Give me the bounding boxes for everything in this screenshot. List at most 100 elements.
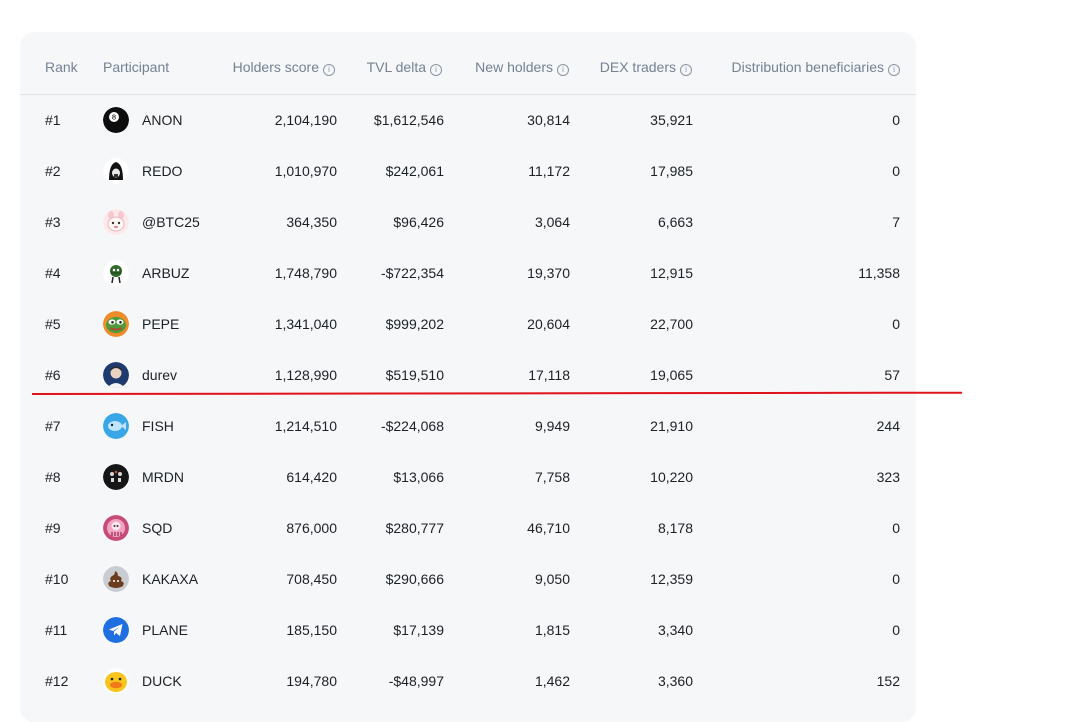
- dex-traders-cell: 10,220: [650, 469, 693, 485]
- rank-cell: #6: [45, 367, 61, 383]
- column-new-holders[interactable]: New holders i: [475, 59, 569, 76]
- holders-score-cell: 1,748,790: [274, 265, 337, 281]
- table-row[interactable]: #3 @BTC25 364,350 $96,426 3,064 6,663 7: [20, 197, 916, 248]
- new-holders-cell: 20,604: [527, 316, 570, 332]
- participant-name[interactable]: SQD: [142, 520, 172, 536]
- pink-bunny-icon: [103, 209, 129, 235]
- tvl-delta-cell: $999,202: [385, 316, 444, 332]
- holders-score-cell: 614,420: [286, 469, 337, 485]
- rank-cell: #7: [45, 418, 61, 434]
- distribution-cell: 0: [892, 316, 900, 332]
- new-holders-cell: 9,050: [534, 571, 570, 587]
- distribution-cell: 57: [884, 367, 900, 383]
- info-icon[interactable]: i: [888, 64, 900, 76]
- column-rank[interactable]: Rank: [45, 59, 78, 75]
- participant-name[interactable]: PLANE: [142, 622, 188, 638]
- table-row[interactable]: #9 SQD 876,000 $280,777 46,710 8,178 0: [20, 503, 916, 554]
- tvl-delta-cell: -$722,354: [380, 265, 444, 281]
- blue-fish-icon: [103, 413, 129, 439]
- distribution-cell: 0: [892, 571, 900, 587]
- table-row[interactable]: #4 ARBUZ 1,748,790 -$722,354 19,370 12,9…: [20, 248, 916, 299]
- holders-score-cell: 708,450: [286, 571, 337, 587]
- participant-name[interactable]: durev: [142, 367, 177, 383]
- participant-name[interactable]: MRDN: [142, 469, 184, 485]
- participant-name[interactable]: DUCK: [142, 673, 182, 689]
- participant-name[interactable]: @BTC25: [142, 214, 200, 230]
- participant-name[interactable]: REDO: [142, 163, 182, 179]
- info-icon[interactable]: i: [430, 64, 442, 76]
- rank-cell: #3: [45, 214, 61, 230]
- table-header: Rank Participant Holders score i TVL delt…: [20, 32, 916, 95]
- rank-cell: #12: [45, 673, 69, 689]
- holders-score-cell: 876,000: [286, 520, 337, 536]
- tvl-delta-cell: -$48,997: [388, 673, 444, 689]
- tvl-delta-cell: $1,612,546: [373, 112, 444, 128]
- table-row[interactable]: #11 PLANE 185,150 $17,139 1,815 3,340 0: [20, 605, 916, 656]
- dark-emblem-icon: [103, 464, 129, 490]
- dex-traders-cell: 8,178: [657, 520, 693, 536]
- new-holders-cell: 9,949: [534, 418, 570, 434]
- participant-name[interactable]: PEPE: [142, 316, 179, 332]
- column-holders-score-label: Holders score: [232, 59, 319, 75]
- participant-name[interactable]: ANON: [142, 112, 182, 128]
- participant-name[interactable]: ARBUZ: [142, 265, 189, 281]
- column-tvl-delta-label: TVL delta: [366, 59, 426, 75]
- tvl-delta-cell: $17,139: [393, 622, 444, 638]
- leaderboard-table: Rank Participant Holders score i TVL delt…: [20, 32, 916, 722]
- distribution-cell: 244: [876, 418, 900, 434]
- table-row[interactable]: #7 FISH 1,214,510 -$224,068 9,949 21,910…: [20, 401, 916, 452]
- column-holders-score[interactable]: Holders score i: [233, 59, 335, 76]
- column-new-holders-label: New holders: [475, 59, 553, 75]
- tvl-delta-cell: $242,061: [385, 163, 444, 179]
- dex-traders-cell: 35,921: [650, 112, 693, 128]
- holders-score-cell: 1,214,510: [274, 418, 337, 434]
- table-row[interactable]: #2 REDO 1,010,970 $242,061 11,172 17,985…: [20, 146, 916, 197]
- dex-traders-cell: 21,910: [650, 418, 693, 434]
- new-holders-cell: 30,814: [527, 112, 570, 128]
- new-holders-cell: 7,758: [534, 469, 570, 485]
- info-icon[interactable]: i: [557, 64, 569, 76]
- holders-score-cell: 185,150: [286, 622, 337, 638]
- new-holders-cell: 11,172: [528, 163, 570, 179]
- holders-score-cell: 1,010,970: [274, 163, 337, 179]
- dex-traders-cell: 22,700: [650, 316, 693, 332]
- dex-traders-cell: 6,663: [657, 214, 693, 230]
- distribution-cell: 0: [892, 520, 900, 536]
- new-holders-cell: 3,064: [534, 214, 570, 230]
- info-icon[interactable]: i: [323, 64, 335, 76]
- dex-traders-cell: 12,915: [650, 265, 693, 281]
- holders-score-cell: 1,128,990: [274, 367, 337, 383]
- column-dex-traders[interactable]: DEX traders i: [600, 59, 692, 76]
- table-row[interactable]: #5 PEPE 1,341,040 $999,202 20,604 22,700…: [20, 299, 916, 350]
- tvl-delta-cell: -$224,068: [380, 418, 444, 434]
- new-holders-cell: 1,815: [534, 622, 570, 638]
- new-holders-cell: 19,370: [527, 265, 570, 281]
- column-rank-label: Rank: [45, 59, 78, 75]
- dex-traders-cell: 17,985: [650, 163, 693, 179]
- column-participant[interactable]: Participant: [103, 59, 169, 75]
- tvl-delta-cell: $519,510: [385, 367, 444, 383]
- dex-traders-cell: 19,065: [650, 367, 693, 383]
- table-row[interactable]: #8 MRDN 614,420 $13,066 7,758 10,220 323: [20, 452, 916, 503]
- new-holders-cell: 46,710: [527, 520, 570, 536]
- table-row[interactable]: #10 KAKAXA 708,450 $290,666 9,050 12,359…: [20, 554, 916, 605]
- distribution-cell: 0: [892, 622, 900, 638]
- table-row[interactable]: #1 8 ANON 2,104,190 $1,612,546 30,814 35…: [20, 95, 916, 146]
- holders-score-cell: 364,350: [286, 214, 337, 230]
- pink-squid-icon: [103, 515, 129, 541]
- 8-ball-icon: 8: [103, 107, 129, 133]
- portrait-icon: [103, 362, 129, 388]
- tvl-delta-cell: $290,666: [385, 571, 444, 587]
- info-icon[interactable]: i: [680, 64, 692, 76]
- holders-score-cell: 1,341,040: [274, 316, 337, 332]
- participant-name[interactable]: KAKAXA: [142, 571, 198, 587]
- participant-name[interactable]: FISH: [142, 418, 174, 434]
- duck-icon: [103, 668, 129, 694]
- column-distribution-beneficiaries[interactable]: Distribution beneficiaries i: [731, 59, 900, 76]
- tvl-delta-cell: $13,066: [393, 469, 444, 485]
- table-row[interactable]: #12 DUCK 194,780 -$48,997 1,462 3,360 15…: [20, 656, 916, 707]
- column-distribution-label: Distribution beneficiaries: [731, 59, 884, 75]
- distribution-cell: 323: [876, 469, 900, 485]
- column-tvl-delta[interactable]: TVL delta i: [367, 59, 442, 76]
- distribution-cell: 152: [876, 673, 900, 689]
